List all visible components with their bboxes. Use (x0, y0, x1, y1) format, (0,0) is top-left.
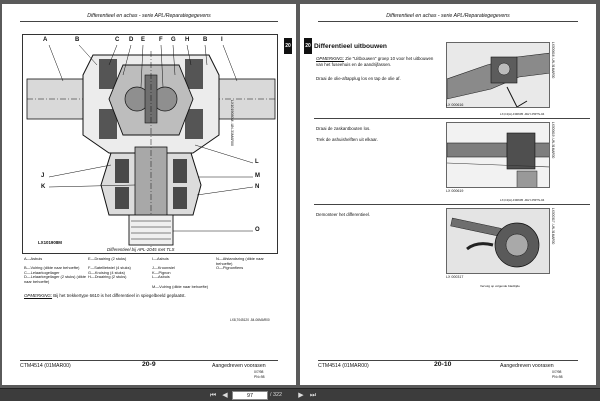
note: OPMERKING: Bij het trekkertype 6610 is h… (24, 293, 204, 298)
step-separate-housing: Trek de ashuishelften uit elkaar. (316, 137, 378, 142)
legend-item (216, 275, 280, 284)
footer-pn: PN=98 (254, 375, 265, 379)
right-page: Differentieel en achas - serie APL/Repar… (300, 4, 596, 385)
callout-l: L (255, 159, 259, 165)
callout-e: E (141, 37, 146, 43)
callout-b: B (75, 37, 80, 43)
callout-k: K (41, 184, 46, 190)
last-page-button[interactable]: ⏭ (308, 391, 318, 400)
step-loosen-bolts: Draai de zaskantbouten los. (316, 126, 371, 131)
page-header: Differentieel en achas - serie APL/Repar… (87, 13, 211, 19)
footer-section: Aangedreven voorasen (212, 363, 266, 369)
figure-id: LX101908M (38, 240, 62, 245)
callout-c: C (115, 37, 120, 43)
footer-date: 0/7/98 (552, 370, 562, 374)
photo-label: LX 000619 (446, 189, 464, 193)
continued-note: Vervolg op volgende bladzijde (480, 284, 520, 288)
figure-code: LX1019080M -UN-31MAR00 (230, 100, 234, 146)
footer-pn: PN=98 (552, 375, 563, 379)
legend-item: M—Vulring (dikte naar behoefte) (152, 283, 209, 289)
page-number: 20-10 (434, 361, 452, 368)
step-drain-oil: Draai de olie-aftapplug los en tap de ol… (316, 76, 401, 81)
footer-date: 0/7/98 (254, 370, 264, 374)
legend-item: D—Lelaarkegellager (2 stuks) (dikte naar… (24, 274, 87, 284)
next-page-button[interactable]: ▶ (296, 391, 306, 400)
legend-item (216, 285, 280, 290)
legend-item (88, 285, 152, 290)
step-remove-differential: Demonteer het differentieel. (316, 212, 371, 217)
callout-j: J (41, 173, 45, 179)
note-label: OPMERKING: (24, 293, 53, 298)
photo-separated-housing (446, 122, 550, 188)
footer-section: Aangedreven voorasen (500, 363, 554, 369)
callout-h: H (185, 37, 190, 43)
prev-page-button[interactable]: ◀ (220, 391, 230, 400)
photo-label: LX 000317 (446, 275, 464, 279)
differential-figure: A B C D E F G H B I L M N O J K (22, 34, 278, 254)
note-label: OPMERKING: (316, 56, 345, 61)
photo-label: LX 000616 (446, 103, 464, 107)
first-page-button[interactable]: ⏮ (208, 391, 218, 400)
photo-differential-removal (446, 208, 550, 274)
note: OPMERKING: Zie "Uitbouwen" groep 10 voor… (316, 56, 436, 67)
note-code: LX8,7045120 -54-06MAR00 (230, 318, 270, 322)
section-code: LX,F4(A)-F00605 -RHY-PRTS-04 (500, 198, 545, 202)
viewer-toolbar: ⏮ ◀ 97 / 322 ▶ ⏭ (0, 388, 600, 401)
section-tab: 20 (304, 38, 312, 54)
header-divider (20, 21, 278, 22)
parts-legend: A—Asbuis E—Draairing (2 stuks) I—Asbuis … (24, 256, 284, 290)
section-divider (314, 118, 590, 119)
callout-f: F (159, 37, 163, 43)
legend-item: H—Draairing (2 stuks) (88, 274, 127, 280)
callout-g: G (171, 37, 176, 43)
section-divider (314, 204, 590, 205)
callout-b2: B (203, 37, 208, 43)
callout-m: M (255, 173, 260, 179)
page-number-input[interactable]: 97 (232, 391, 268, 400)
photo-code: LX000616 -UN-31MAR00 (551, 42, 555, 79)
section-tab: 20 (284, 38, 292, 54)
left-page: Differentieel en achas - serie APL/Repar… (2, 4, 296, 385)
footer-doc-id: CTM4514 (01MAR00) (318, 363, 369, 369)
callout-i: I (221, 37, 223, 43)
callout-o: O (255, 227, 260, 233)
callout-n: N (255, 184, 260, 190)
note-text: Bij het trekkertype 6610 is het differen… (53, 293, 186, 298)
callout-d: D (129, 37, 134, 43)
photo-axle-housing (446, 42, 550, 108)
total-pages: / 322 (270, 392, 282, 398)
section-code: LX,F4(A)-F00605 -RHY-PRTS-04 (500, 112, 545, 116)
page-header: Differentieel en achas - serie APL/Repar… (386, 13, 510, 19)
page-number: 20-9 (142, 361, 156, 368)
differential-diagram (26, 44, 276, 249)
photo-code: LX000619 -UN-31MAR00 (551, 122, 555, 159)
section-title: Differentieel uitbouwen (314, 43, 387, 50)
header-divider (318, 21, 578, 22)
figure-caption: Differentieel bij APL-2045 met TLS (107, 247, 175, 252)
callout-a: A (43, 37, 48, 43)
photo-code: LX000317 -UN-31MAR00 (551, 208, 555, 245)
footer-doc-id: CTM4514 (01MAR00) (20, 363, 71, 369)
legend-item (24, 285, 88, 290)
